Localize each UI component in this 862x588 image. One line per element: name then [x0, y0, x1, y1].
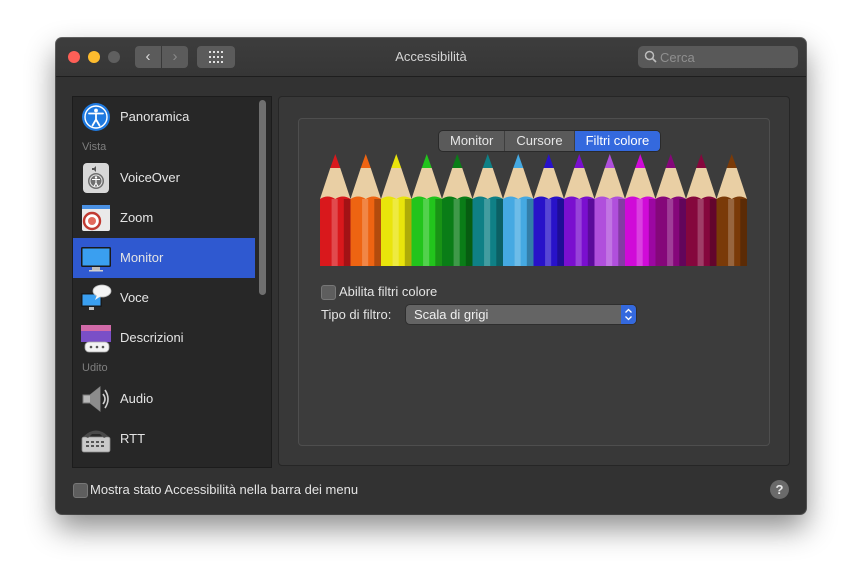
enable-filters-label: Abilita filtri colore	[339, 284, 438, 299]
sidebar-item-voce[interactable]: Voce	[73, 278, 255, 318]
tab-monitor[interactable]: Monitor	[439, 131, 506, 151]
color-pencils-image	[320, 154, 747, 266]
chevron-left-icon: ‹	[145, 48, 151, 65]
sidebar-item-descrizioni[interactable]: Descrizioni	[73, 318, 255, 358]
tab-bar: Monitor Cursore Filtri colore	[439, 131, 661, 151]
sidebar-item-label: Voce	[120, 290, 149, 305]
sidebar-item-label: RTT	[120, 431, 146, 446]
question-mark-icon: ?	[775, 482, 784, 497]
sidebar-item-label: Monitor	[120, 250, 164, 265]
monitor-icon	[81, 247, 111, 272]
pencil	[716, 154, 747, 266]
sidebar-item-zoom[interactable]: Zoom	[73, 198, 255, 238]
content-pane: Monitor Cursore Filtri colore Abilita fi…	[278, 96, 790, 466]
updown-chevron-icon	[625, 308, 632, 321]
sidebar-item-label: Audio	[120, 391, 154, 406]
show-status-label: Mostra stato Accessibilità nella barra d…	[90, 482, 359, 497]
close-button[interactable]	[68, 51, 80, 63]
filter-type-value: Scala di grigi	[414, 307, 489, 322]
chevron-right-icon: ›	[172, 48, 178, 65]
sidebar-item-audio[interactable]: Audio	[73, 379, 255, 419]
grid-icon	[209, 51, 223, 63]
descriptions-icon	[81, 325, 111, 353]
section-header-vista: Vista	[82, 141, 107, 153]
sidebar-item-panoramica[interactable]: Panoramica	[73, 97, 255, 137]
pencil	[350, 154, 381, 266]
pencil	[503, 154, 534, 266]
title-bar: Accessibilità ‹ ›	[56, 38, 806, 77]
filter-type-select[interactable]: Scala di grigi	[406, 305, 636, 324]
rtt-phone-icon	[81, 430, 111, 453]
filter-type-label: Tipo di filtro:	[321, 307, 392, 322]
sidebar-scrollbar[interactable]	[259, 100, 266, 295]
speech-icon	[81, 284, 112, 310]
pencil	[625, 154, 656, 266]
pencil	[381, 154, 412, 266]
tab-cursore[interactable]: Cursore	[505, 131, 575, 151]
voiceover-icon	[83, 163, 109, 193]
pencil	[533, 154, 564, 266]
sidebar-item-monitor[interactable]: Monitor	[73, 238, 255, 278]
sidebar-item-voiceover[interactable]: VoiceOver	[73, 158, 255, 198]
search-icon	[644, 50, 657, 63]
tab-filtri-colore[interactable]: Filtri colore	[574, 131, 661, 151]
pencil	[472, 154, 503, 266]
pencil	[594, 154, 625, 266]
preferences-window: Accessibilità ‹ › Cerca Panoramica Vista…	[56, 38, 806, 514]
sidebar-item-label: Zoom	[120, 210, 154, 225]
pencil	[320, 154, 351, 266]
sidebar-item-rtt[interactable]: RTT	[73, 419, 255, 459]
enable-filters-checkbox[interactable]	[321, 285, 336, 300]
pencil	[564, 154, 595, 266]
forward-button[interactable]: ›	[162, 46, 188, 68]
zoom-button[interactable]	[108, 51, 120, 63]
minimize-button[interactable]	[88, 51, 100, 63]
select-arrows	[621, 305, 636, 324]
sidebar-item-label: Panoramica	[120, 109, 190, 124]
pencil	[686, 154, 717, 266]
back-button[interactable]: ‹	[135, 46, 161, 68]
search-field[interactable]	[638, 46, 798, 68]
accessibility-icon	[82, 103, 110, 131]
section-header-udito: Udito	[82, 362, 108, 374]
filters-panel: Monitor Cursore Filtri colore Abilita fi…	[298, 118, 770, 446]
sidebar: Panoramica Vista VoiceOver Zoom Monitor …	[72, 96, 272, 468]
zoom-icon	[82, 205, 110, 231]
show-status-checkbox[interactable]	[73, 483, 88, 498]
sidebar-item-label: VoiceOver	[120, 170, 180, 185]
help-button[interactable]: ?	[770, 480, 789, 499]
pencil	[655, 154, 686, 266]
speaker-icon	[82, 385, 109, 413]
show-all-button[interactable]	[197, 46, 235, 68]
sidebar-item-label: Descrizioni	[120, 330, 184, 345]
search-input[interactable]	[660, 46, 790, 68]
pencil	[411, 154, 442, 266]
pencil	[442, 154, 473, 266]
